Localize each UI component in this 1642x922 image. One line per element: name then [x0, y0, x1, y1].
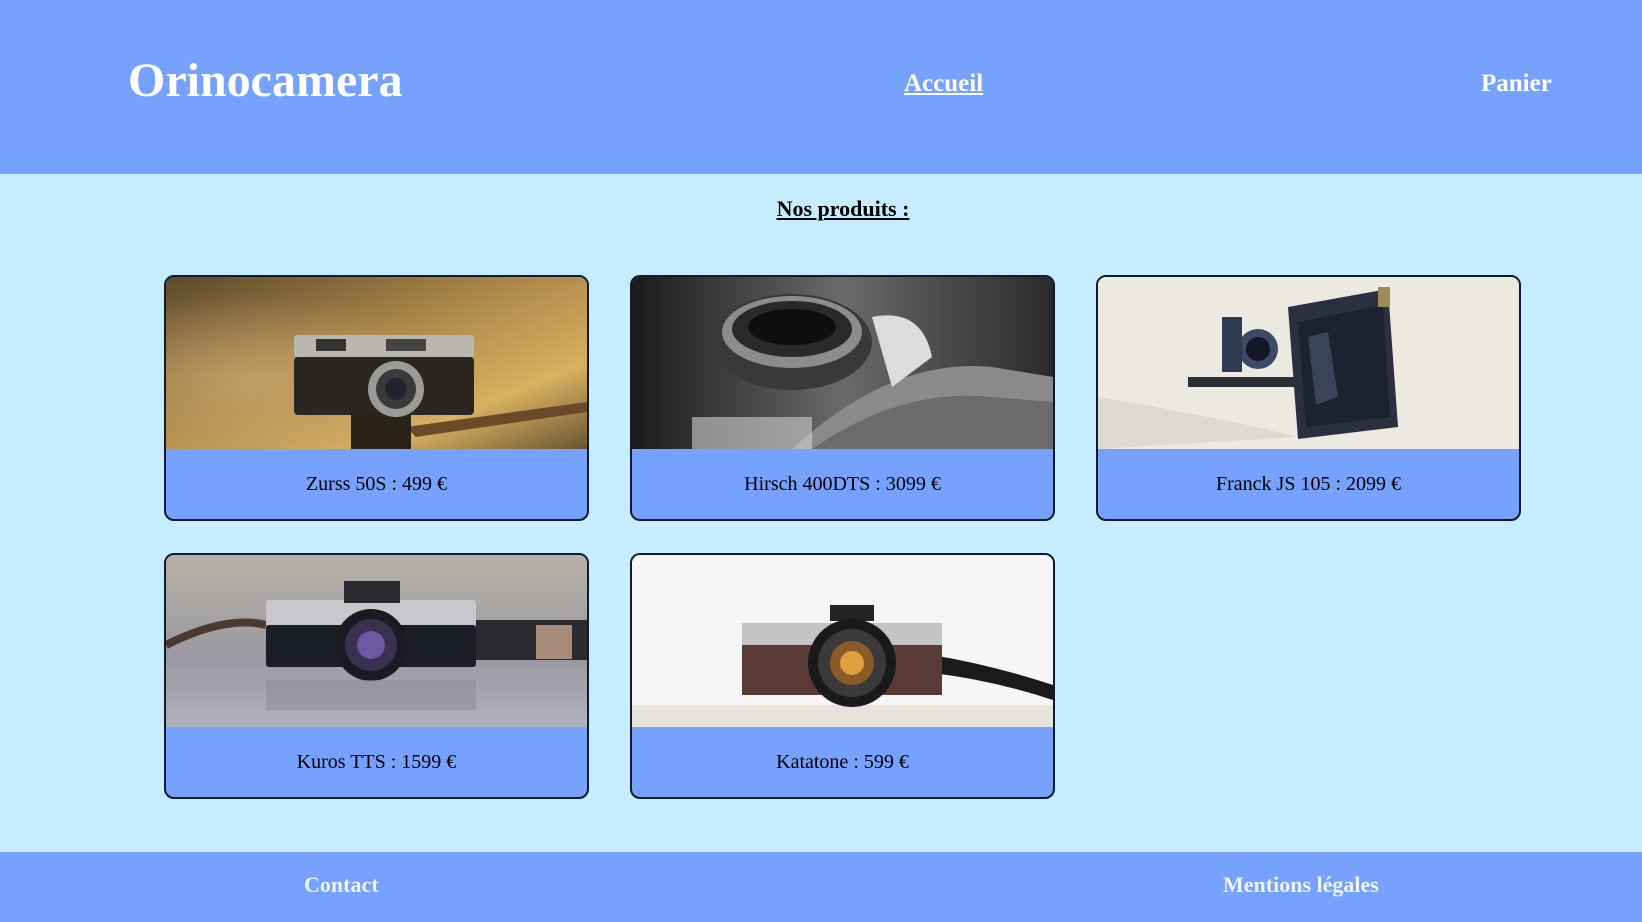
product-image: [632, 277, 1053, 449]
site-footer: Contact Mentions légales: [0, 852, 1642, 922]
product-card-hirsch[interactable]: Hirsch 400DTS : 3099 €: [630, 275, 1055, 521]
product-caption: Zurss 50S : 499 €: [305, 473, 448, 495]
product-image: [632, 555, 1053, 727]
footer-legal-link[interactable]: Mentions légales: [1223, 870, 1379, 900]
nav-cart-link[interactable]: Panier: [1481, 68, 1552, 100]
site-logo[interactable]: Orinocamera: [128, 50, 403, 112]
product-card-kuros[interactable]: Kuros TTS : 1599 €: [164, 553, 589, 799]
site-header: Orinocamera Accueil Panier: [0, 0, 1642, 174]
product-caption: Franck JS 105 : 2099 €: [1216, 473, 1401, 495]
product-card-franck[interactable]: Franck JS 105 : 2099 €: [1096, 275, 1521, 521]
product-image: [1098, 277, 1519, 449]
footer-contact-link[interactable]: Contact: [304, 870, 379, 900]
product-image: [166, 555, 587, 727]
product-image: [166, 277, 587, 449]
section-title: Nos produits :: [776, 196, 910, 221]
nav-home-link[interactable]: Accueil: [904, 68, 983, 100]
product-caption: Kuros TTS : 1599 €: [296, 751, 457, 773]
product-caption: Katatone : 599 €: [776, 751, 909, 773]
product-card-katatone[interactable]: Katatone : 599 €: [630, 553, 1055, 799]
product-card-zurss[interactable]: Zurss 50S : 499 €: [164, 275, 589, 521]
product-caption: Hirsch 400DTS : 3099 €: [744, 473, 941, 495]
